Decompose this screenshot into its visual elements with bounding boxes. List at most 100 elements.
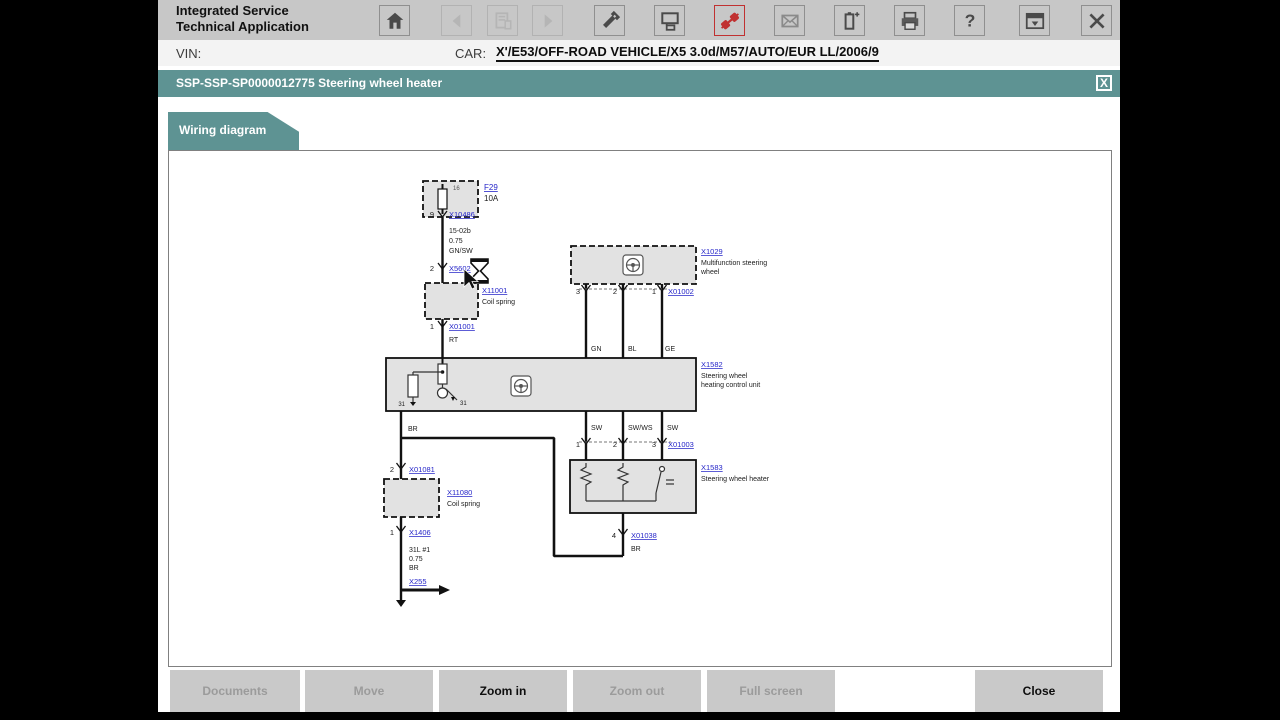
close-app-button[interactable] [1081, 5, 1112, 36]
help-button[interactable]: ? [954, 5, 985, 36]
svg-text:31: 31 [460, 401, 467, 407]
printer-icon [899, 10, 921, 32]
link-X01003[interactable]: X01003 [668, 440, 694, 449]
link-X01001[interactable]: X01001 [449, 322, 475, 331]
svg-text:GN/SW: GN/SW [449, 248, 473, 255]
home-icon [384, 10, 406, 32]
svg-text:16: 16 [453, 186, 460, 192]
link-X10486[interactable]: X10486 [449, 210, 475, 219]
svg-text:31L #1: 31L #1 [409, 547, 430, 554]
wiring-diagram-panel[interactable]: 16 F29 10A 9 X10486 15-02b 0.75 GN/SW 2 … [168, 150, 1112, 667]
link-X01081[interactable]: X01081 [409, 465, 435, 474]
svg-text:9: 9 [430, 210, 434, 219]
document-title: SSP-SSP-SP0000012775 Steering wheel heat… [176, 76, 442, 90]
app-window: Integrated Service Technical Application [158, 0, 1120, 712]
control-unit-box [386, 358, 696, 411]
svg-text:2: 2 [390, 465, 394, 474]
svg-text:0.75: 0.75 [409, 556, 423, 563]
svg-text:1: 1 [390, 528, 394, 537]
toggle-panel-button[interactable] [1019, 5, 1050, 36]
svg-text:GN: GN [591, 346, 602, 353]
svg-text:15-02b: 15-02b [449, 228, 471, 235]
svg-text:Coil spring: Coil spring [447, 501, 480, 508]
svg-text:1: 1 [576, 440, 580, 449]
svg-text:BR: BR [409, 565, 419, 572]
svg-text:2: 2 [613, 287, 617, 296]
close-button[interactable]: Close [975, 670, 1103, 712]
link-X1406[interactable]: X1406 [409, 528, 431, 537]
wiring-diagram: 16 F29 10A 9 X10486 15-02b 0.75 GN/SW 2 … [169, 151, 1113, 668]
documents-button[interactable]: Documents [170, 670, 300, 712]
toolbar: Integrated Service Technical Application [158, 0, 1120, 40]
workshop-button[interactable] [594, 5, 625, 36]
svg-text:3: 3 [652, 440, 656, 449]
measuring-devices-button[interactable] [654, 5, 685, 36]
print-button[interactable] [894, 5, 925, 36]
svg-text:SW: SW [667, 425, 679, 432]
back-button[interactable] [441, 5, 472, 36]
tab-wiring-diagram[interactable]: Wiring diagram [168, 112, 299, 150]
wrench-icon [599, 10, 621, 32]
vehicle-info-button[interactable] [487, 5, 518, 36]
svg-text:RT: RT [449, 337, 459, 344]
svg-text:BR: BR [631, 546, 641, 553]
svg-text:Coil spring: Coil spring [482, 299, 515, 306]
battery-icon [839, 10, 861, 32]
battery-button[interactable] [834, 5, 865, 36]
link-X1029[interactable]: X1029 [701, 247, 723, 256]
svg-text:BL: BL [628, 346, 637, 353]
app-title-line2: Technical Application [176, 19, 309, 35]
mail-button[interactable] [774, 5, 805, 36]
svg-text:GE: GE [665, 346, 675, 353]
forward-icon [537, 10, 559, 32]
link-X11001[interactable]: X11001 [482, 286, 507, 295]
tab-label: Wiring diagram [179, 123, 266, 137]
link-X1583[interactable]: X1583 [701, 463, 723, 472]
coil-spring-upper-box [425, 283, 478, 319]
vehicle-bar: VIN: CAR: X'/E53/OFF-ROAD VEHICLE/X5 3.0… [158, 40, 1120, 66]
document-close-icon[interactable]: X [1096, 75, 1112, 91]
svg-text:4: 4 [612, 531, 616, 540]
forward-button[interactable] [532, 5, 563, 36]
vin-label: VIN: [176, 46, 201, 61]
car-value: X'/E53/OFF-ROAD VEHICLE/X5 3.0d/M57/AUTO… [496, 44, 879, 62]
diagnosis-connector-button[interactable] [714, 5, 745, 36]
zoom-in-button[interactable]: Zoom in [439, 670, 567, 712]
link-X1582[interactable]: X1582 [701, 360, 723, 369]
svg-text:3: 3 [576, 287, 580, 296]
coil-spring-lower-box [384, 479, 439, 517]
svg-text:2: 2 [613, 440, 617, 449]
svg-text:10A: 10A [484, 194, 499, 203]
svg-text:Steering wheel heater: Steering wheel heater [701, 476, 770, 483]
svg-text:Steering wheel: Steering wheel [701, 373, 748, 380]
connector-plug-icon [719, 10, 741, 32]
svg-text:?: ? [964, 10, 975, 30]
svg-text:SW/WS: SW/WS [628, 425, 653, 432]
zoom-out-button[interactable]: Zoom out [573, 670, 701, 712]
car-label: CAR: [455, 46, 486, 61]
fuse-symbol [438, 189, 447, 209]
vehicle-info-icon [492, 10, 514, 32]
link-X01002[interactable]: X01002 [668, 287, 694, 296]
app-title-line1: Integrated Service [176, 3, 309, 19]
screen-letterbox [0, 712, 1280, 720]
link-X01038[interactable]: X01038 [631, 531, 657, 540]
home-button[interactable] [379, 5, 410, 36]
svg-text:2: 2 [430, 264, 434, 273]
svg-text:Multifunction steering: Multifunction steering [701, 260, 767, 267]
mail-icon [779, 10, 801, 32]
window-shade-icon [1024, 10, 1046, 32]
full-screen-button[interactable]: Full screen [707, 670, 835, 712]
link-X255[interactable]: X255 [409, 577, 427, 586]
document-title-bar: SSP-SSP-SP0000012775 Steering wheel heat… [158, 70, 1120, 97]
close-icon [1086, 10, 1108, 32]
link-F29[interactable]: F29 [484, 183, 498, 192]
link-X11080[interactable]: X11080 [447, 488, 472, 497]
help-icon: ? [959, 10, 981, 32]
svg-text:SW: SW [591, 425, 603, 432]
move-button[interactable]: Move [305, 670, 433, 712]
svg-text:0.75: 0.75 [449, 238, 463, 245]
svg-text:wheel: wheel [700, 269, 720, 276]
app-title: Integrated Service Technical Application [176, 3, 309, 35]
steering-wheel-icon [623, 255, 643, 275]
